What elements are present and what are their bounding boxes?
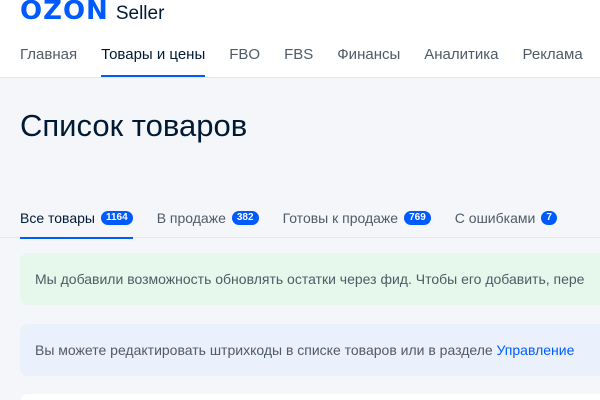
content-card [20, 394, 600, 400]
nav-item-analytics[interactable]: Аналитика [424, 44, 498, 77]
top-bar: OZON Seller Главная Товары и цены FBO FB… [0, 0, 600, 78]
tab-label: В продаже [156, 210, 226, 226]
banner-text: Мы добавили возможность обновлять остатк… [35, 271, 585, 287]
tab-with-errors[interactable]: С ошибками 7 [455, 198, 557, 238]
tab-label: Готовы к продаже [282, 210, 399, 226]
management-link[interactable]: Управление [497, 342, 575, 358]
tab-label: Все товары [20, 210, 95, 226]
ozon-seller-logo[interactable]: OZON Seller [20, 0, 164, 29]
logo-subtitle: Seller [115, 3, 165, 24]
count-badge: 382 [231, 211, 259, 225]
page-title: Список товаров [20, 108, 248, 143]
tab-all-products[interactable]: Все товары 1164 [20, 198, 133, 239]
tab-label: С ошибками [454, 210, 536, 226]
banner-text: Вы можете редактировать штрихкоды в спис… [35, 342, 497, 358]
count-badge: 7 [541, 211, 557, 225]
feed-stock-banner: Мы добавили возможность обновлять остатк… [20, 253, 600, 305]
nav-item-fbs[interactable]: FBS [284, 44, 313, 77]
product-status-tabs: Все товары 1164 В продаже 382 Готовы к п… [0, 198, 600, 239]
main-nav: Главная Товары и цены FBO FBS Финансы Ан… [20, 44, 600, 77]
logo-mark: OZON [20, 0, 109, 26]
nav-item-products-prices[interactable]: Товары и цены [101, 44, 206, 77]
nav-item-fbo[interactable]: FBO [229, 44, 260, 77]
nav-item-home[interactable]: Главная [20, 44, 77, 77]
barcode-banner: Вы можете редактировать штрихкоды в спис… [20, 324, 600, 376]
tab-on-sale[interactable]: В продаже 382 [157, 198, 259, 238]
count-badge: 1164 [100, 211, 133, 225]
nav-item-ads[interactable]: Реклама [523, 44, 583, 77]
nav-item-finance[interactable]: Финансы [337, 44, 400, 77]
tab-ready-for-sale[interactable]: Готовы к продаже 769 [283, 198, 431, 238]
count-badge: 769 [404, 211, 431, 225]
